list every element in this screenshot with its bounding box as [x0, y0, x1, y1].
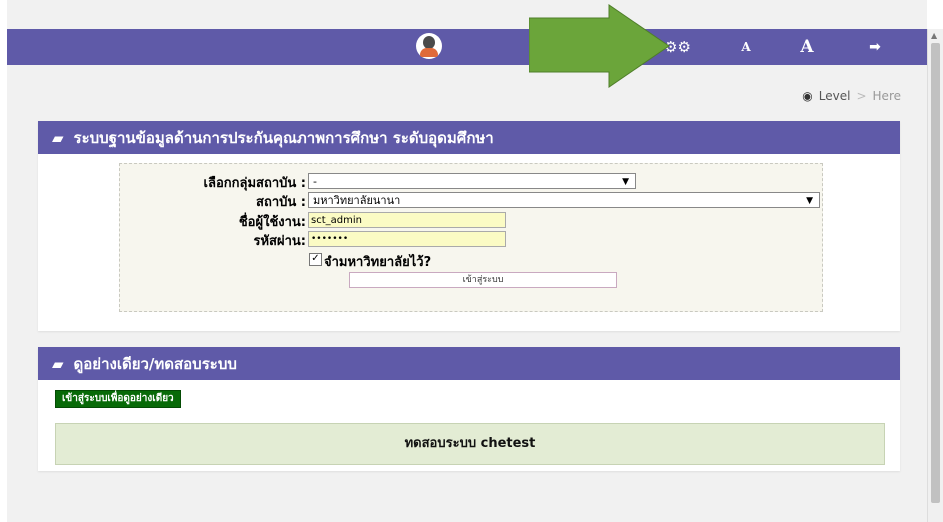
breadcrumb: ◉ Level > Here	[802, 89, 901, 103]
login-form: เลือกกลุ่มสถาบัน : - ▼ สถาบัน : มหาวิทยา…	[119, 163, 823, 312]
book-icon: ▰	[52, 128, 64, 147]
demo-card-title: ดูอย่างเดียว/ทดสอบระบบ	[73, 354, 237, 373]
demo-card-header: ▰ ดูอย่างเดียว/ทดสอบระบบ	[38, 347, 900, 380]
institution-group-label: เลือกกลุ่มสถาบัน :	[203, 176, 306, 191]
dashboard-icon: ◉	[802, 89, 813, 103]
login-card: ▰ ระบบฐานข้อมูลด้านการประกันคุณภาพการศึก…	[38, 121, 900, 331]
breadcrumb-level[interactable]: Level	[819, 89, 851, 103]
chevron-down-icon: ▼	[622, 177, 629, 187]
institution-group-select[interactable]: - ▼	[308, 173, 636, 189]
chevron-down-icon: ▼	[806, 196, 813, 206]
view-only-login-button[interactable]: เข้าสู่ระบบเพื่อดูอย่างเดียว	[55, 390, 181, 408]
institution-group-value: -	[313, 175, 317, 188]
demo-card: ▰ ดูอย่างเดียว/ทดสอบระบบ เข้าสู่ระบบเพื่…	[38, 347, 900, 471]
password-input[interactable]: •••••••	[308, 231, 506, 247]
logout-icon[interactable]: ➡	[862, 36, 888, 58]
scrollbar-thumb[interactable]	[931, 43, 940, 503]
breadcrumb-here: Here	[872, 89, 901, 103]
institution-select[interactable]: มหาวิทยาลัยนานา ▼	[308, 192, 820, 208]
institution-value: มหาวิทยาลัยนานา	[313, 194, 401, 207]
top-navbar: ⚙⚙ A A ➡	[7, 29, 927, 65]
font-decrease-button[interactable]: A	[736, 36, 756, 58]
book-icon: ▰	[52, 354, 64, 373]
username-input[interactable]: sct_admin	[308, 212, 506, 228]
institution-label: สถาบัน :	[256, 195, 306, 210]
page-viewport: ⚙⚙ A A ➡ ◉ Level > Here ▰ ระบบฐานข้อมูลด…	[7, 0, 927, 522]
vertical-scrollbar[interactable]: ▲	[927, 29, 943, 522]
login-card-title: ระบบฐานข้อมูลด้านการประกันคุณภาพการศึกษา…	[73, 128, 494, 147]
user-avatar-icon[interactable]	[416, 33, 442, 59]
password-label: รหัสผ่าน:	[253, 234, 307, 249]
login-card-header: ▰ ระบบฐานข้อมูลด้านการประกันคุณภาพการศึก…	[38, 121, 900, 154]
remember-label: จำมหาวิทยาลัยไว้?	[324, 255, 432, 270]
test-system-button[interactable]: ทดสอบระบบ chetest	[55, 423, 885, 465]
font-increase-button[interactable]: A	[794, 36, 820, 58]
remember-checkbox[interactable]: ✓	[309, 253, 322, 266]
annotation-arrow	[529, 4, 670, 88]
scroll-up-icon[interactable]: ▲	[931, 31, 937, 40]
breadcrumb-separator: >	[856, 89, 867, 103]
login-button[interactable]: เข้าสู่ระบบ	[349, 272, 617, 288]
username-label: ชื่อผู้ใช้งาน:	[238, 215, 306, 230]
